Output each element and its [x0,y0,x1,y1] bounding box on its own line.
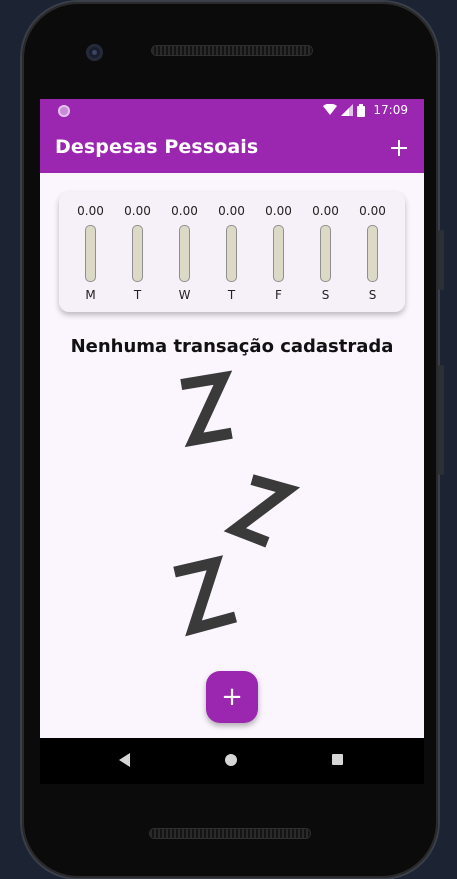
chart-bar-track [85,225,96,282]
earpiece-speaker [152,46,312,55]
chart-bar-track [367,225,378,282]
wifi-icon [323,104,338,115]
recent-apps-icon[interactable] [332,754,343,765]
chart-bar-column: 0.00 M [67,192,114,312]
front-camera [86,44,103,61]
bar-value-label: 0.00 [124,204,151,218]
empty-state-title: Nenhuma transação cadastrada [70,336,394,357]
bar-day-label: M [85,288,96,302]
chart-bar-column: 0.00 F [255,192,302,312]
chart-bar-track [226,225,237,282]
power-button [438,365,444,475]
bar-value-label: 0.00 [171,204,198,218]
weekly-chart: 0.00 M 0.00 T 0.00 W 0.00 T 0.00 F 0.00 S 0.00 S [59,192,405,312]
chart-bar-track [273,225,284,282]
volume-button [438,230,444,290]
bar-day-label: F [275,288,282,302]
chart-bar-column: 0.00 S [302,192,349,312]
bar-day-label: W [178,288,191,302]
zzz-sleeping-icon [173,370,301,637]
app-bar: Despesas Pessoais [40,123,424,173]
plus-icon [391,140,407,156]
navigation-bar [40,738,424,784]
status-icons: 17:09 [323,103,408,117]
back-icon[interactable] [119,753,130,767]
chart-bar-column: 0.00 S [349,192,396,312]
notification-icon [58,105,70,117]
chart-bar-track [132,225,143,282]
chart-bar-track [179,225,190,282]
status-bar: 17:09 [40,99,424,123]
bar-day-label: S [368,288,377,302]
chart-bar-column: 0.00 T [208,192,255,312]
bar-value-label: 0.00 [359,204,386,218]
add-transaction-button[interactable] [384,133,414,163]
bar-value-label: 0.00 [312,204,339,218]
app-screen: 17:09 Despesas Pessoais 0.00 M 0.00 T 0.00 W 0… [40,99,424,738]
chart-bar-column: 0.00 T [114,192,161,312]
bar-day-label: T [227,288,236,302]
bottom-speaker [150,829,310,838]
bar-value-label: 0.00 [77,204,104,218]
chart-bar-track [320,225,331,282]
app-title: Despesas Pessoais [55,136,259,158]
bar-day-label: T [133,288,142,302]
cellular-icon [341,104,354,116]
home-icon[interactable] [225,754,237,766]
bar-value-label: 0.00 [265,204,292,218]
battery-icon [357,103,366,117]
bar-day-label: S [321,288,330,302]
clock: 17:09 [373,103,408,117]
plus-icon: + [221,682,243,712]
chart-bar-column: 0.00 W [161,192,208,312]
add-transaction-fab[interactable]: + [206,671,258,723]
bar-value-label: 0.00 [218,204,245,218]
